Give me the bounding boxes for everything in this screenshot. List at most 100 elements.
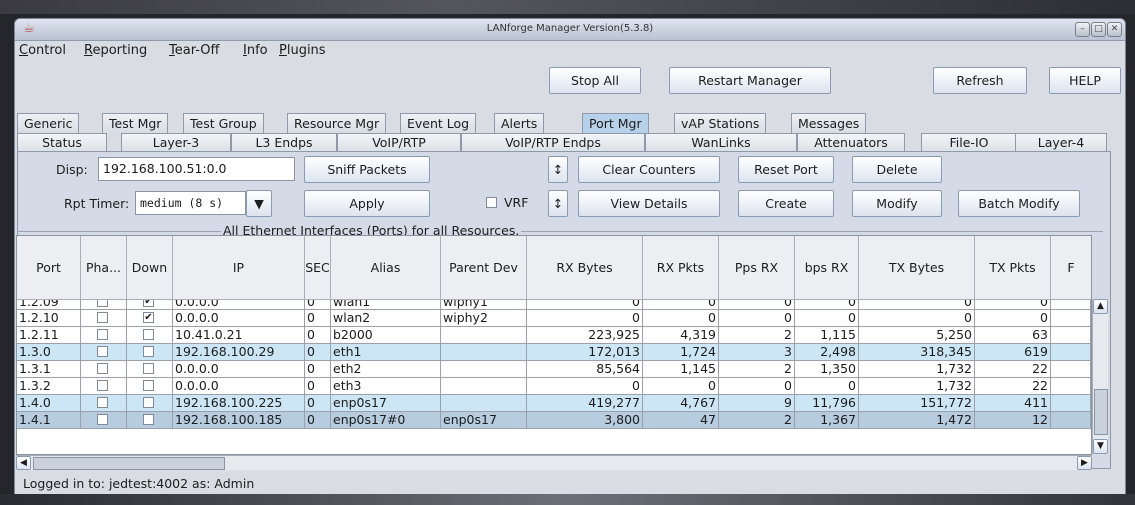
tab-event-log[interactable]: Event Log [400,113,477,133]
delete-button[interactable]: Delete [852,156,942,183]
phantom-checkbox[interactable] [97,312,108,323]
down-checkbox[interactable]: ✔ [143,300,154,307]
batch-modify-button[interactable]: Batch Modify [958,190,1080,217]
apply-button[interactable]: Apply [304,190,430,217]
tab-generic[interactable]: Generic [17,113,80,133]
table-row[interactable]: 1.4.1 192.168.100.185 0 enp0s17#0 enp0s17 3,8… [17,412,1091,429]
close-icon[interactable]: ✕ [1107,22,1122,37]
phantom-checkbox[interactable] [97,329,108,340]
tab-vap-stations[interactable]: vAP Stations [674,113,767,133]
down-checkbox[interactable] [143,414,154,425]
scroll-up-icon[interactable]: ▲ [1093,299,1108,314]
scroll-left-icon[interactable]: ◀ [16,456,31,470]
tab-port-mgr[interactable]: Port Mgr [582,113,649,133]
tab-resource-mgr[interactable]: Resource Mgr [287,113,387,133]
sort-up-button[interactable]: ↕ [548,156,568,183]
scroll-down-icon[interactable]: ▼ [1093,439,1108,454]
restart-manager-button[interactable]: Restart Manager [669,67,831,94]
cell-sec: 0 [305,395,331,412]
cell-ip: 0.0.0.0 [173,300,305,310]
phantom-checkbox[interactable] [97,363,108,374]
rpt-timer-dropdown-icon[interactable]: ▼ [246,190,272,217]
col-parent-dev[interactable]: Parent Dev [441,236,527,300]
tab-test-group[interactable]: Test Group [183,113,264,133]
table-row[interactable]: 1.2.10 ✔ 0.0.0.0 0 wlan2 wiphy2 0 0 0 0 0 0 [17,310,1091,327]
vertical-scroll-thumb[interactable] [1094,389,1108,435]
table-row[interactable]: 1.4.0 192.168.100.225 0 enp0s17 419,277 4,767… [17,395,1091,412]
scroll-right-icon[interactable]: ▶ [1077,456,1092,470]
phantom-checkbox[interactable] [97,414,108,425]
cell-f [1051,395,1091,412]
sort-down-button[interactable]: ↕ [548,190,568,217]
table-row[interactable]: 1.3.2 0.0.0.0 0 eth3 0 0 0 0 1,732 22 [17,378,1091,395]
col-sec[interactable]: SEC [305,236,331,300]
phantom-checkbox[interactable] [97,346,108,357]
tab-l3-endps[interactable]: L3 Endps [231,133,337,151]
col-port[interactable]: Port [17,236,81,300]
tab-alerts[interactable]: Alerts [494,113,545,133]
reset-port-button[interactable]: Reset Port [738,156,834,183]
status-bar: Logged in to: jedtest:4002 as: Admin [15,471,1125,495]
col-f[interactable]: F [1051,236,1091,300]
modify-button[interactable]: Modify [852,190,942,217]
tab-voip-rtp-endps[interactable]: VoIP/RTP Endps [461,133,645,151]
minimize-icon[interactable]: – [1075,22,1090,37]
down-checkbox[interactable] [143,363,154,374]
tab-layer-3[interactable]: Layer-3 [121,133,231,151]
cell-down [127,344,173,361]
title-bar[interactable]: ☕ LANforge Manager Version(5.3.8) – □ ✕ [15,19,1125,41]
stop-all-button[interactable]: Stop All [549,67,641,94]
table-row-partial[interactable]: 1.2.09 ✔ 0.0.0.0 0 wlan1 wiphy1 0 0 0 0 0 0 [17,300,1091,310]
col-pps-rx[interactable]: Pps RX [719,236,795,300]
down-checkbox[interactable] [143,380,154,391]
tab-messages[interactable]: Messages [791,113,867,133]
sniff-packets-button[interactable]: Sniff Packets [304,156,430,183]
col-phantom[interactable]: Pha... [81,236,127,300]
tab-status[interactable]: Status [17,133,107,151]
col-tx-pkts[interactable]: TX Pkts [975,236,1051,300]
tab-test-mgr[interactable]: Test Mgr [102,113,169,133]
table-row[interactable]: 1.2.11 10.41.0.21 0 b2000 223,925 4,319 2 1,115… [17,327,1091,344]
menu-tear-off[interactable]: Tear-Off [169,43,219,58]
rpt-timer-select[interactable]: medium (8 s) [135,191,246,215]
help-button[interactable]: HELP [1049,67,1121,94]
refresh-button[interactable]: Refresh [933,67,1027,94]
tab-voip-rtp[interactable]: VoIP/RTP [337,133,461,151]
col-rx-bytes[interactable]: RX Bytes [527,236,643,300]
menu-control[interactable]: Control [19,43,66,58]
phantom-checkbox[interactable] [97,397,108,408]
vertical-scrollbar[interactable]: ▲ ▼ [1092,299,1108,454]
clear-counters-button[interactable]: Clear Counters [578,156,720,183]
menu-info[interactable]: Info [243,43,268,58]
col-rx-pkts[interactable]: RX Pkts [643,236,719,300]
col-down[interactable]: Down [127,236,173,300]
tab-attenuators[interactable]: Attenuators [797,133,905,151]
group-border [17,231,1103,232]
horizontal-scrollbar[interactable]: ◀ ▶ [16,455,1092,470]
horizontal-scroll-thumb[interactable] [33,457,225,470]
down-checkbox[interactable]: ✔ [143,312,154,323]
view-details-button[interactable]: View Details [578,190,720,217]
down-checkbox[interactable] [143,329,154,340]
vrf-checkbox[interactable] [486,197,497,208]
down-checkbox[interactable] [143,397,154,408]
tab-wanlinks[interactable]: WanLinks [645,133,797,151]
cell-ip: 192.168.100.29 [173,344,305,361]
tab-layer-4[interactable]: Layer-4 [1015,133,1107,151]
tab-file-io[interactable]: File-IO [921,133,1017,151]
col-alias[interactable]: Alias [331,236,441,300]
phantom-checkbox[interactable] [97,300,108,307]
col-bps-rx[interactable]: bps RX [795,236,859,300]
cell-rx-pkts: 0 [643,310,719,327]
table-row[interactable]: 1.3.0 192.168.100.29 0 eth1 172,013 1,724 3 2,4… [17,344,1091,361]
col-tx-bytes[interactable]: TX Bytes [859,236,975,300]
phantom-checkbox[interactable] [97,380,108,391]
create-button[interactable]: Create [738,190,834,217]
table-row[interactable]: 1.3.1 0.0.0.0 0 eth2 85,564 1,145 2 1,350 1,732 2… [17,361,1091,378]
maximize-icon[interactable]: □ [1091,22,1106,37]
down-checkbox[interactable] [143,346,154,357]
menu-reporting[interactable]: Reporting [84,43,147,58]
col-ip[interactable]: IP [173,236,305,300]
menu-plugins[interactable]: Plugins [279,43,326,58]
disp-input[interactable]: 192.168.100.51:0.0 [98,157,295,181]
